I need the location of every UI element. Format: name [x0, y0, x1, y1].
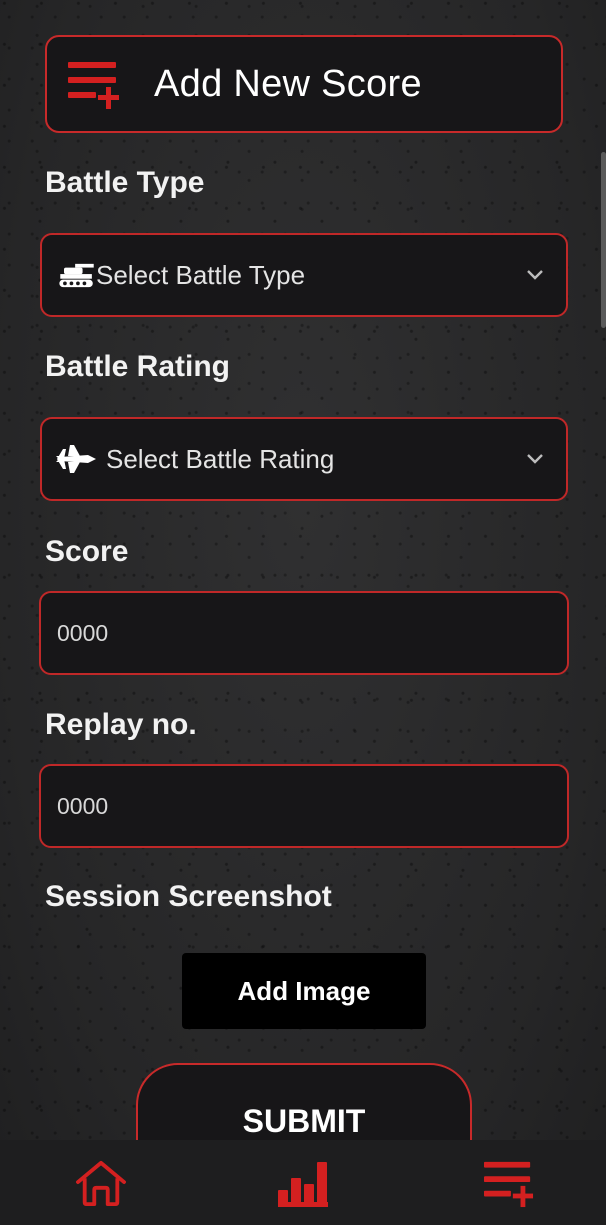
replay-input[interactable] [41, 766, 567, 846]
add-image-button[interactable]: Add Image [182, 953, 426, 1029]
score-label: Score [45, 535, 129, 568]
bottom-nav [0, 1140, 606, 1225]
bar-chart-icon [278, 1161, 328, 1207]
chevron-down-icon [527, 454, 543, 464]
page-header: Add New Score [45, 35, 563, 133]
tank-icon [59, 263, 94, 288]
playlist-add-icon [68, 62, 119, 109]
playlist-add-icon [484, 1161, 534, 1207]
battle-rating-placeholder: Select Battle Rating [106, 443, 335, 474]
home-icon [76, 1160, 126, 1206]
battle-rating-label: Battle Rating [45, 350, 231, 383]
page-title: Add New Score [154, 62, 422, 105]
battle-type-label: Battle Type [45, 166, 205, 199]
nav-home[interactable] [60, 1140, 142, 1225]
session-screenshot-label: Session Screenshot [45, 880, 332, 913]
replay-field[interactable] [39, 764, 569, 848]
battle-type-placeholder: Select Battle Type [96, 259, 306, 290]
nav-stats[interactable] [262, 1140, 344, 1225]
replay-label: Replay no. [45, 708, 197, 741]
nav-add-score[interactable] [468, 1140, 550, 1225]
scroll-indicator[interactable] [601, 152, 606, 328]
battle-type-select[interactable]: Select Battle Type [40, 233, 568, 317]
chevron-down-icon [527, 270, 543, 280]
battle-rating-select[interactable]: Select Battle Rating [40, 417, 568, 501]
score-field[interactable] [39, 591, 569, 675]
score-input[interactable] [41, 593, 567, 673]
jet-plane-icon [56, 445, 96, 473]
